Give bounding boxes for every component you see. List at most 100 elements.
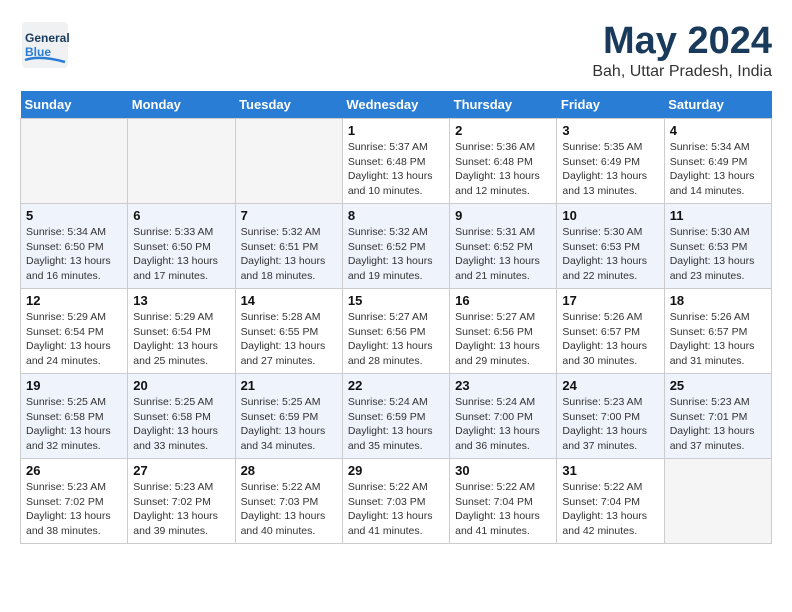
day-cell: 29 Sunrise: 5:22 AM Sunset: 7:03 PM Dayli… <box>342 459 449 544</box>
day-cell: 31 Sunrise: 5:22 AM Sunset: 7:04 PM Dayli… <box>557 459 664 544</box>
day-info: Sunrise: 5:24 AM Sunset: 6:59 PM Dayligh… <box>348 395 444 454</box>
day-cell: 9 Sunrise: 5:31 AM Sunset: 6:52 PM Daylig… <box>450 204 557 289</box>
day-info: Sunrise: 5:35 AM Sunset: 6:49 PM Dayligh… <box>562 140 658 199</box>
title-area: May 2024 Bah, Uttar Pradesh, India <box>592 20 772 81</box>
day-cell: 4 Sunrise: 5:34 AM Sunset: 6:49 PM Daylig… <box>664 119 771 204</box>
day-cell: 15 Sunrise: 5:27 AM Sunset: 6:56 PM Dayli… <box>342 289 449 374</box>
day-info: Sunrise: 5:26 AM Sunset: 6:57 PM Dayligh… <box>562 310 658 369</box>
day-number: 2 <box>455 123 551 138</box>
day-cell: 27 Sunrise: 5:23 AM Sunset: 7:02 PM Dayli… <box>128 459 235 544</box>
day-cell: 1Sunrise: 5:37 AM Sunset: 6:48 PM Daylig… <box>342 119 449 204</box>
day-cell: 8 Sunrise: 5:32 AM Sunset: 6:52 PM Daylig… <box>342 204 449 289</box>
empty-cell <box>21 119 128 204</box>
day-cell: 25Sunrise: 5:23 AM Sunset: 7:01 PM Dayli… <box>664 374 771 459</box>
weekday-header-monday: Monday <box>128 91 235 119</box>
day-number: 18 <box>670 293 766 308</box>
day-cell: 10 Sunrise: 5:30 AM Sunset: 6:53 PM Dayli… <box>557 204 664 289</box>
day-info: Sunrise: 5:29 AM Sunset: 6:54 PM Dayligh… <box>26 310 122 369</box>
weekday-header-thursday: Thursday <box>450 91 557 119</box>
day-info: Sunrise: 5:22 AM Sunset: 7:03 PM Dayligh… <box>241 480 337 539</box>
day-cell: 7Sunrise: 5:32 AM Sunset: 6:51 PM Daylig… <box>235 204 342 289</box>
day-info: Sunrise: 5:22 AM Sunset: 7:04 PM Dayligh… <box>562 480 658 539</box>
day-info: Sunrise: 5:27 AM Sunset: 6:56 PM Dayligh… <box>348 310 444 369</box>
day-info: Sunrise: 5:36 AM Sunset: 6:48 PM Dayligh… <box>455 140 551 199</box>
calendar-week-row: 12 Sunrise: 5:29 AM Sunset: 6:54 PM Dayli… <box>21 289 772 374</box>
day-number: 14 <box>241 293 337 308</box>
day-number: 5 <box>26 208 122 223</box>
day-cell: 16 Sunrise: 5:27 AM Sunset: 6:56 PM Dayli… <box>450 289 557 374</box>
day-number: 17 <box>562 293 658 308</box>
day-info: Sunrise: 5:30 AM Sunset: 6:53 PM Dayligh… <box>670 225 766 284</box>
weekday-header-saturday: Saturday <box>664 91 771 119</box>
day-cell: 3 Sunrise: 5:35 AM Sunset: 6:49 PM Daylig… <box>557 119 664 204</box>
day-number: 26 <box>26 463 122 478</box>
day-cell: 20Sunrise: 5:25 AM Sunset: 6:58 PM Dayli… <box>128 374 235 459</box>
logo-icon: General Blue <box>20 20 70 75</box>
calendar-week-row: 26 Sunrise: 5:23 AM Sunset: 7:02 PM Dayli… <box>21 459 772 544</box>
day-number: 11 <box>670 208 766 223</box>
day-info: Sunrise: 5:24 AM Sunset: 7:00 PM Dayligh… <box>455 395 551 454</box>
svg-text:General: General <box>25 31 70 45</box>
day-info: Sunrise: 5:27 AM Sunset: 6:56 PM Dayligh… <box>455 310 551 369</box>
day-info: Sunrise: 5:30 AM Sunset: 6:53 PM Dayligh… <box>562 225 658 284</box>
month-title: May 2024 <box>592 20 772 63</box>
weekday-header-row: SundayMondayTuesdayWednesdayThursdayFrid… <box>21 91 772 119</box>
weekday-header-tuesday: Tuesday <box>235 91 342 119</box>
day-number: 16 <box>455 293 551 308</box>
calendar-week-row: 1Sunrise: 5:37 AM Sunset: 6:48 PM Daylig… <box>21 119 772 204</box>
day-info: Sunrise: 5:22 AM Sunset: 7:03 PM Dayligh… <box>348 480 444 539</box>
day-info: Sunrise: 5:25 AM Sunset: 6:58 PM Dayligh… <box>26 395 122 454</box>
day-cell: 14 Sunrise: 5:28 AM Sunset: 6:55 PM Dayli… <box>235 289 342 374</box>
day-cell: 28 Sunrise: 5:22 AM Sunset: 7:03 PM Dayli… <box>235 459 342 544</box>
day-info: Sunrise: 5:23 AM Sunset: 7:02 PM Dayligh… <box>133 480 229 539</box>
day-cell: 23Sunrise: 5:24 AM Sunset: 7:00 PM Dayli… <box>450 374 557 459</box>
day-number: 20 <box>133 378 229 393</box>
day-number: 28 <box>241 463 337 478</box>
day-number: 9 <box>455 208 551 223</box>
day-cell: 18Sunrise: 5:26 AM Sunset: 6:57 PM Dayli… <box>664 289 771 374</box>
day-number: 22 <box>348 378 444 393</box>
empty-cell <box>664 459 771 544</box>
day-number: 15 <box>348 293 444 308</box>
day-number: 7 <box>241 208 337 223</box>
day-cell: 26Sunrise: 5:23 AM Sunset: 7:02 PM Dayli… <box>21 459 128 544</box>
day-number: 27 <box>133 463 229 478</box>
day-number: 8 <box>348 208 444 223</box>
day-info: Sunrise: 5:32 AM Sunset: 6:52 PM Dayligh… <box>348 225 444 284</box>
day-number: 25 <box>670 378 766 393</box>
day-info: Sunrise: 5:33 AM Sunset: 6:50 PM Dayligh… <box>133 225 229 284</box>
page-header: General Blue May 2024 Bah, Uttar Pradesh… <box>20 20 772 81</box>
day-cell: 21 Sunrise: 5:25 AM Sunset: 6:59 PM Dayli… <box>235 374 342 459</box>
day-number: 10 <box>562 208 658 223</box>
day-number: 29 <box>348 463 444 478</box>
day-number: 13 <box>133 293 229 308</box>
day-number: 31 <box>562 463 658 478</box>
day-cell: 22 Sunrise: 5:24 AM Sunset: 6:59 PM Dayli… <box>342 374 449 459</box>
day-cell: 5Sunrise: 5:34 AM Sunset: 6:50 PM Daylig… <box>21 204 128 289</box>
day-number: 21 <box>241 378 337 393</box>
weekday-header-wednesday: Wednesday <box>342 91 449 119</box>
day-info: Sunrise: 5:31 AM Sunset: 6:52 PM Dayligh… <box>455 225 551 284</box>
location: Bah, Uttar Pradesh, India <box>592 63 772 81</box>
logo: General Blue <box>20 20 70 75</box>
calendar-week-row: 5Sunrise: 5:34 AM Sunset: 6:50 PM Daylig… <box>21 204 772 289</box>
calendar-week-row: 19 Sunrise: 5:25 AM Sunset: 6:58 PM Dayli… <box>21 374 772 459</box>
day-number: 19 <box>26 378 122 393</box>
weekday-header-sunday: Sunday <box>21 91 128 119</box>
day-number: 4 <box>670 123 766 138</box>
day-cell: 2 Sunrise: 5:36 AM Sunset: 6:48 PM Daylig… <box>450 119 557 204</box>
day-info: Sunrise: 5:34 AM Sunset: 6:49 PM Dayligh… <box>670 140 766 199</box>
day-cell: 12 Sunrise: 5:29 AM Sunset: 6:54 PM Dayli… <box>21 289 128 374</box>
weekday-header-friday: Friday <box>557 91 664 119</box>
day-info: Sunrise: 5:28 AM Sunset: 6:55 PM Dayligh… <box>241 310 337 369</box>
day-number: 12 <box>26 293 122 308</box>
day-cell: 6Sunrise: 5:33 AM Sunset: 6:50 PM Daylig… <box>128 204 235 289</box>
day-cell: 24 Sunrise: 5:23 AM Sunset: 7:00 PM Dayli… <box>557 374 664 459</box>
day-info: Sunrise: 5:25 AM Sunset: 6:59 PM Dayligh… <box>241 395 337 454</box>
day-info: Sunrise: 5:29 AM Sunset: 6:54 PM Dayligh… <box>133 310 229 369</box>
day-cell: 11 Sunrise: 5:30 AM Sunset: 6:53 PM Dayli… <box>664 204 771 289</box>
day-info: Sunrise: 5:23 AM Sunset: 7:00 PM Dayligh… <box>562 395 658 454</box>
day-number: 24 <box>562 378 658 393</box>
day-number: 3 <box>562 123 658 138</box>
day-number: 30 <box>455 463 551 478</box>
